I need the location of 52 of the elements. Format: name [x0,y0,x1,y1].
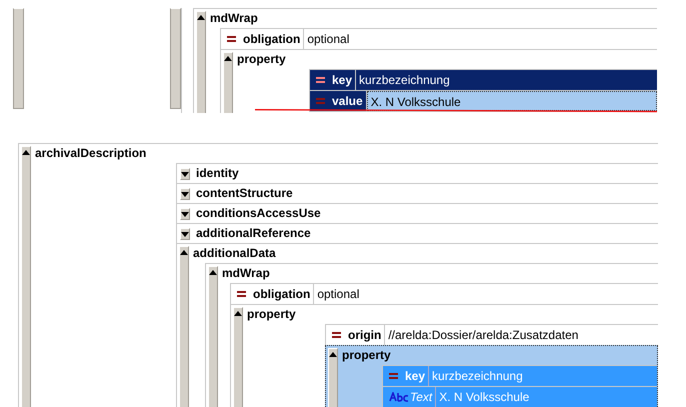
collapse-handle[interactable] [196,11,206,113]
element-name: property [342,347,391,364]
collapse-handle[interactable] [180,228,190,240]
triangle-up-icon [234,311,242,316]
triangle-up-icon [22,150,30,155]
attribute-value: optional [306,31,350,48]
element-name: property [237,51,286,68]
element-name: identity [196,165,239,182]
attribute-icon [332,332,341,338]
element-name: additionalReference [196,225,311,242]
triangle-up-icon [209,270,217,275]
element-name: mdWrap [222,265,270,282]
text-node-icon [389,392,409,402]
node-type-label: Text [410,390,432,404]
attribute-value: X. N Volksschule [438,389,530,406]
attribute-value: //arelda:Dossier/arelda:Zusatzdaten [387,327,580,344]
collapse-handle[interactable] [21,146,31,407]
attribute-icon [389,373,398,379]
element-name: archivalDescription [35,145,146,162]
attribute-value: kurzbezeichnung [431,368,524,385]
attribute-name: value [332,94,363,108]
attribute-name: key [332,73,352,87]
element-name: property [247,306,296,323]
triangle-down-icon [181,212,189,217]
triangle-up-icon [224,56,232,61]
collapse-handle[interactable] [233,307,243,407]
triangle-down-icon [181,192,189,197]
element-name: mdWrap [210,10,258,27]
triangle-up-icon [329,352,337,357]
triangle-down-icon [181,232,189,237]
attribute-value: kurzbezeichnung [358,72,451,89]
collapse-handle[interactable] [180,188,190,200]
triangle-down-icon [181,172,189,177]
collapse-handle[interactable] [180,168,190,180]
element-name: additionalData [193,245,276,262]
triangle-up-icon [197,15,205,20]
attribute-name: obligation [243,32,300,46]
collapse-handle[interactable] [179,246,189,407]
element-name: conditionsAccessUse [196,205,321,222]
attribute-name: key [405,369,426,383]
attribute-icon [227,36,236,42]
attribute-icon [237,291,246,297]
collapse-handle[interactable] [208,266,218,407]
attribute-value: optional [316,286,360,303]
attribute-icon [316,98,325,104]
element-name: contentStructure [196,185,293,202]
collapse-handle[interactable] [180,208,190,220]
attribute-value: X. N Volksschule [366,91,657,111]
attribute-name: obligation [253,287,310,301]
attribute-name: origin [348,328,382,342]
attribute-icon [316,77,325,83]
triangle-up-icon [180,250,188,255]
